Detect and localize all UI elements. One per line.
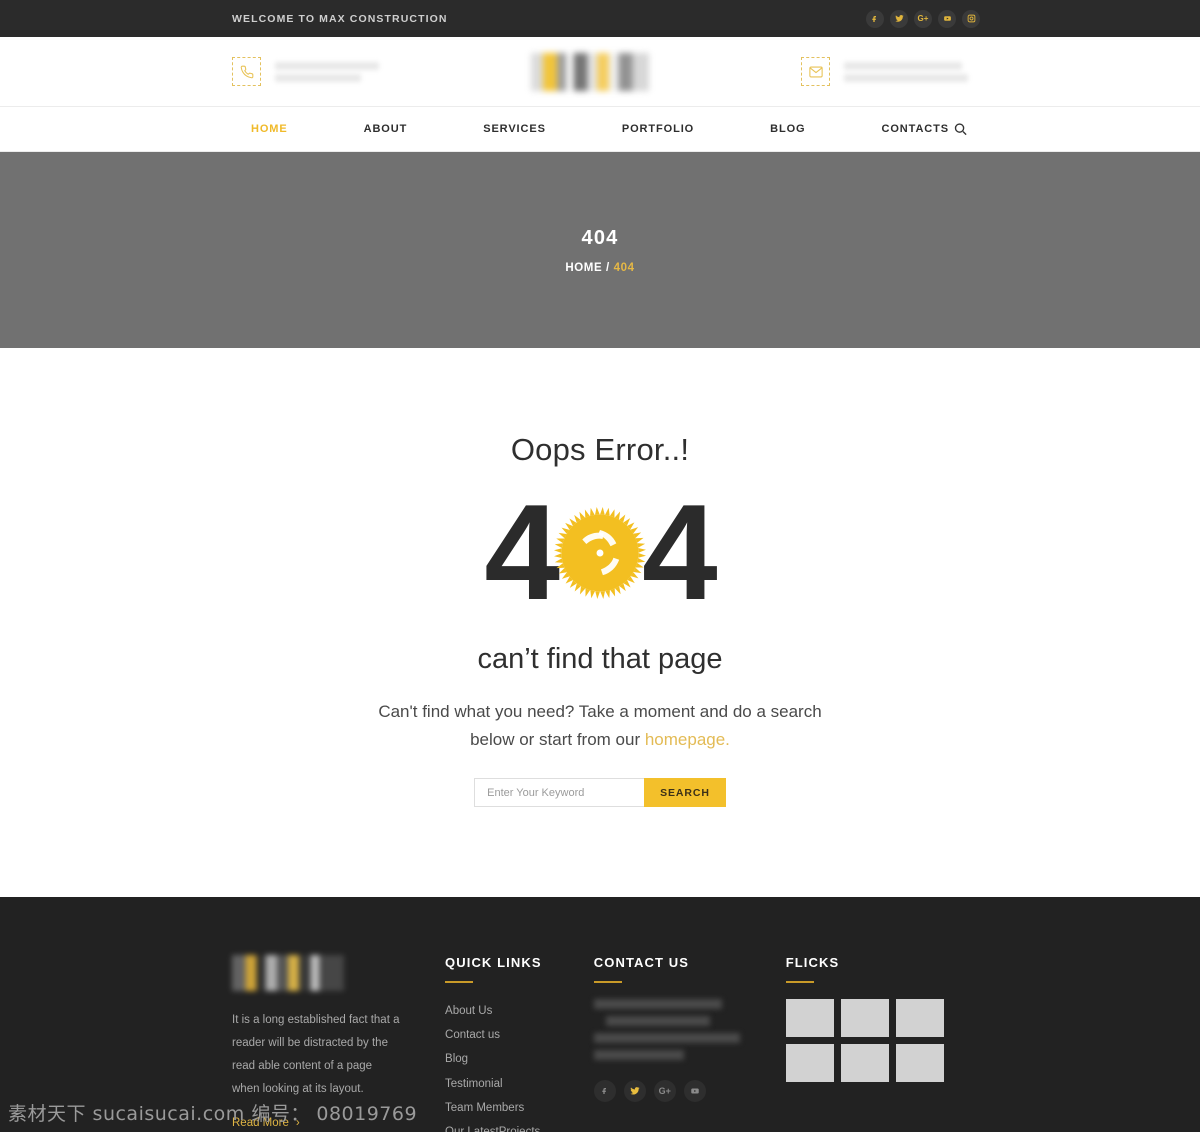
breadcrumb-home[interactable]: HOME	[565, 262, 602, 274]
top-bar: WELCOME TO MAX CONSTRUCTION G+	[0, 0, 1200, 37]
instagram-icon[interactable]	[962, 9, 980, 28]
main-navigation: HOME ABOUT SERVICES PORTFOLIO BLOG CONTA…	[0, 107, 1200, 152]
site-logo[interactable]	[531, 52, 649, 91]
quick-link-blog[interactable]: Blog	[445, 1047, 594, 1071]
contact-us-underline	[593, 981, 622, 984]
quick-link-contact-us[interactable]: Contact us	[445, 1023, 594, 1047]
footer-about-column: It is a long established fact that a rea…	[232, 955, 445, 1132]
saw-blade-icon	[552, 505, 648, 601]
header-email-text	[844, 61, 968, 82]
google-plus-icon[interactable]: G+	[653, 1080, 676, 1103]
welcome-text: WELCOME TO MAX CONSTRUCTION	[232, 12, 448, 25]
twitter-icon[interactable]	[890, 9, 908, 28]
read-more-link[interactable]: Read More ›	[232, 1117, 300, 1129]
footer-quick-links-column: QUICK LINKS About Us Contact us Blog Tes…	[445, 955, 594, 1132]
site-header	[0, 37, 1200, 107]
breadcrumb-current: 404	[613, 261, 635, 274]
flick-thumbnail[interactable]	[785, 999, 834, 1038]
header-phone-block[interactable]	[232, 57, 379, 86]
footer-social-list: G+	[593, 1080, 786, 1103]
error-description-text: Can't find what you need? Take a moment …	[378, 702, 822, 750]
breadcrumb: HOME / 404	[565, 262, 634, 274]
nav-item-portfolio[interactable]: PORTFOLIO	[584, 123, 732, 135]
quick-link-about-us[interactable]: About Us	[445, 999, 594, 1023]
chevron-right-icon: ›	[295, 1117, 300, 1130]
facebook-icon[interactable]	[593, 1080, 616, 1103]
page-title: 404	[581, 226, 619, 249]
error-subtitle: can’t find that page	[477, 643, 723, 676]
footer-logo[interactable]	[232, 955, 344, 992]
flick-thumbnail[interactable]	[895, 999, 944, 1038]
quick-link-team-members[interactable]: Team Members	[445, 1096, 594, 1120]
header-phone-text	[275, 61, 379, 82]
flicks-underline	[785, 981, 814, 984]
facebook-icon[interactable]	[866, 9, 884, 28]
flicks-grid	[785, 999, 968, 1083]
envelope-icon	[801, 57, 830, 86]
nav-item-services[interactable]: SERVICES	[445, 123, 584, 135]
oops-heading: Oops Error..!	[510, 432, 690, 467]
error-digit-left: 4	[484, 476, 560, 628]
nav-item-blog[interactable]: BLOG	[732, 123, 843, 135]
flick-thumbnail[interactable]	[840, 1044, 889, 1083]
read-more-label: Read More	[232, 1117, 289, 1130]
error-description: Can't find what you need? Take a moment …	[365, 698, 835, 754]
youtube-icon[interactable]	[938, 9, 956, 28]
twitter-icon[interactable]	[623, 1080, 646, 1103]
breadcrumb-separator: /	[606, 261, 610, 274]
footer-address	[593, 999, 786, 1061]
google-plus-icon[interactable]: G+	[914, 9, 932, 28]
footer-about-text: It is a long established fact that a rea…	[232, 1014, 400, 1096]
quick-link-latest-projects[interactable]: Our LatestProjects	[445, 1120, 594, 1132]
site-footer: It is a long established fact that a rea…	[0, 897, 1200, 1132]
page-root: WELCOME TO MAX CONSTRUCTION G+ HOME ABOU…	[0, 0, 1200, 1132]
search-button[interactable]: SEARCH	[644, 778, 726, 808]
search-form: SEARCH	[474, 778, 726, 808]
nav-item-home[interactable]: HOME	[213, 123, 326, 135]
quick-links-underline	[445, 981, 474, 984]
error-digit-right: 4	[642, 476, 718, 628]
header-email-block[interactable]	[801, 57, 968, 86]
page-banner: 404 HOME / 404	[0, 152, 1200, 348]
topbar-social-list: G+	[866, 9, 980, 28]
quick-link-testimonial[interactable]: Testimonial	[445, 1072, 594, 1096]
error-code-graphic: 4 4	[484, 476, 718, 628]
error-content: Oops Error..! 4 4 can’t find that page C…	[0, 348, 1200, 898]
search-icon[interactable]	[953, 122, 968, 137]
contact-us-title: CONTACT US	[593, 955, 690, 971]
nav-item-about[interactable]: ABOUT	[326, 123, 446, 135]
footer-flicks-column: FLICKS	[785, 955, 968, 1132]
nav-item-list: HOME ABOUT SERVICES PORTFOLIO BLOG CONTA…	[213, 123, 987, 135]
flick-thumbnail[interactable]	[785, 1044, 834, 1083]
flick-thumbnail[interactable]	[840, 999, 889, 1038]
homepage-link[interactable]: homepage.	[645, 730, 730, 749]
footer-contact-column: CONTACT US G+	[593, 955, 786, 1132]
youtube-icon[interactable]	[683, 1080, 706, 1103]
quick-links-title: QUICK LINKS	[445, 955, 542, 971]
flicks-title: FLICKS	[785, 955, 840, 971]
footer-columns: It is a long established fact that a rea…	[232, 955, 968, 1132]
phone-icon	[232, 57, 261, 86]
search-input[interactable]	[474, 778, 645, 808]
flick-thumbnail[interactable]	[895, 1044, 944, 1083]
